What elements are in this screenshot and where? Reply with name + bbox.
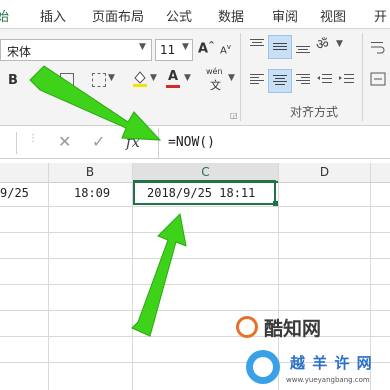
font-color-label: A — [168, 69, 179, 84]
merge-icon — [370, 72, 386, 86]
fill-handle[interactable] — [273, 201, 278, 206]
yueyang-logo-inner — [253, 357, 273, 377]
chevron-down-icon: ▼ — [184, 73, 191, 83]
font-color-button[interactable]: A — [168, 69, 178, 84]
confirm-icon[interactable]: ✓ — [92, 132, 105, 151]
align-top-icon — [250, 39, 264, 46]
cell-a1[interactable]: 9/25 — [0, 186, 29, 200]
alignment-group-label: 对齐方式 — [290, 105, 339, 119]
chevron-down-icon: ▼ — [336, 39, 343, 49]
yueyang-logo — [246, 350, 280, 384]
ribbon: 宋体 ▼ 11 ▼ A^ Av B ▼ ▼ A ▼ wén 文 ▼ ◲ ॐ ▼ — [0, 29, 390, 126]
tab-data[interactable]: 数据 — [218, 6, 244, 25]
tab-formulas[interactable]: 公式 — [166, 6, 192, 25]
ribbon-tab-bar: 始 插入 页面布局 公式 数据 审阅 视图 开 — [0, 0, 390, 29]
gridline — [0, 206, 390, 207]
column-header-b[interactable]: B — [48, 163, 132, 183]
align-center-button[interactable] — [268, 69, 292, 93]
align-left-button[interactable] — [248, 71, 266, 89]
name-box[interactable] — [0, 132, 17, 154]
align-bottom-button[interactable] — [294, 37, 312, 55]
cell-c1: 2018/9/25 18:11 — [147, 186, 256, 200]
decrease-indent-button[interactable] — [316, 71, 334, 89]
shrink-arrow-icon: v — [226, 43, 231, 51]
cancel-icon[interactable]: ✕ — [58, 132, 71, 151]
increase-indent-button[interactable] — [338, 71, 356, 89]
wrap-text-button[interactable] — [370, 39, 386, 55]
font-name-select[interactable]: 宋体 ▼ — [0, 39, 152, 61]
align-center-icon — [273, 75, 287, 85]
dialog-launcher-icon[interactable]: ◲ — [230, 111, 238, 120]
align-middle-icon — [273, 43, 287, 50]
chevron-down-icon: ▼ — [139, 42, 146, 52]
font-color-swatch — [166, 85, 180, 88]
fill-bucket-icon — [133, 71, 147, 87]
formula-bar: ⋮ ✕ ✓ fx =NOW() — [0, 128, 390, 159]
phonetic-label: wén — [206, 67, 223, 76]
formula-input[interactable]: =NOW() — [168, 135, 215, 150]
grow-arrow-icon: ^ — [208, 40, 215, 49]
gridline — [0, 232, 390, 233]
more-options-icon[interactable]: ⋮ — [28, 133, 38, 144]
gridline — [0, 336, 390, 337]
gridline — [48, 163, 49, 390]
align-right-button[interactable] — [294, 71, 312, 89]
align-middle-button[interactable] — [268, 35, 292, 59]
chevron-down-icon: ▼ — [182, 42, 189, 52]
phonetic-guide-button[interactable]: 文 — [210, 77, 221, 93]
gridline — [0, 310, 390, 311]
chevron-down-icon: ▼ — [228, 73, 235, 83]
tab-view[interactable]: 视图 — [320, 6, 346, 25]
insert-function-button[interactable]: fx — [126, 133, 140, 151]
font-size-select[interactable]: 11 ▼ — [155, 39, 193, 61]
align-bottom-icon — [296, 46, 310, 53]
bold-button[interactable]: B — [8, 73, 18, 88]
gridline — [0, 284, 390, 285]
border-icon[interactable] — [60, 73, 74, 87]
tab-insert[interactable]: 插入 — [40, 6, 66, 25]
increase-indent-icon — [339, 74, 354, 83]
orientation-button[interactable]: ॐ — [316, 35, 329, 54]
group-divider — [240, 33, 241, 121]
chevron-down-icon: ▼ — [108, 73, 115, 83]
borders-button[interactable] — [92, 73, 106, 87]
fill-color-button[interactable] — [132, 69, 148, 87]
yueyang-url: www.yueyangbang.com — [286, 376, 370, 384]
kuzhi-watermark: 酷知网 — [264, 318, 322, 340]
formula-divider — [158, 128, 159, 158]
cell-b1[interactable]: 18:09 — [74, 186, 110, 200]
column-header-a[interactable] — [0, 163, 48, 183]
orientation-icon: ॐ — [316, 37, 329, 53]
shrink-font-label: A — [220, 45, 227, 57]
tab-page-layout[interactable]: 页面布局 — [92, 6, 144, 25]
font-size-value: 11 — [160, 43, 176, 57]
group-divider — [362, 33, 363, 121]
align-right-icon — [296, 74, 310, 84]
tab-review[interactable]: 审阅 — [272, 6, 298, 25]
align-left-icon — [250, 74, 264, 84]
yueyang-watermark: 越 羊 许 网 — [290, 354, 373, 372]
tab-home[interactable]: 始 — [0, 0, 18, 28]
kuzhi-logo — [236, 316, 258, 338]
font-name-value: 宋体 — [7, 45, 32, 59]
wrap-text-icon — [371, 42, 385, 54]
decrease-indent-icon — [317, 74, 332, 83]
column-header-e[interactable] — [371, 163, 390, 183]
tab-extra[interactable]: 开 — [374, 6, 387, 25]
grow-font-button[interactable]: A^ — [198, 40, 215, 56]
shrink-font-button[interactable]: Av — [220, 43, 231, 56]
column-header-d[interactable]: D — [279, 163, 370, 183]
gridline — [0, 258, 390, 259]
grow-font-label: A — [198, 41, 209, 57]
merge-center-button[interactable] — [370, 71, 386, 87]
chevron-down-icon: ▼ — [150, 73, 157, 83]
gridline — [278, 163, 279, 390]
align-top-button[interactable] — [248, 37, 266, 55]
